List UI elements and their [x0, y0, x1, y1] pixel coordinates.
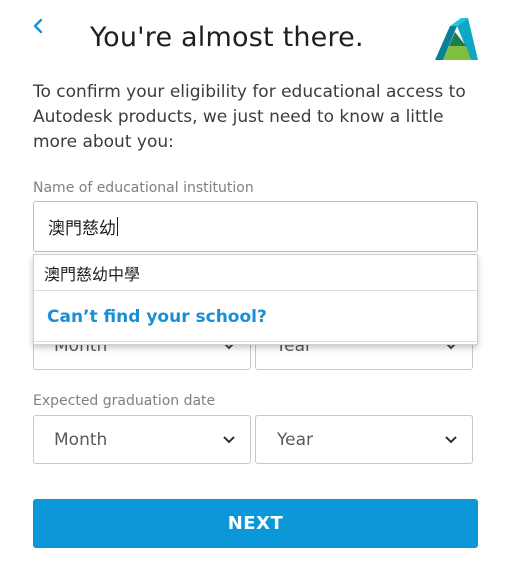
graduation-month-select[interactable]: Month: [33, 415, 251, 464]
divider: [34, 341, 477, 342]
next-button[interactable]: NEXT: [33, 499, 478, 548]
autodesk-logo-icon: [435, 18, 478, 60]
school-suggestions-dropdown: 澳門慈幼中學 Can’t find your school?: [33, 254, 478, 345]
text-caret: [117, 217, 118, 236]
school-input-value: 澳門慈幼: [48, 219, 116, 239]
graduation-year-select[interactable]: Year: [255, 415, 473, 464]
chevron-down-icon: [444, 433, 458, 447]
suggestion-item[interactable]: 澳門慈幼中學: [34, 255, 477, 291]
chevron-down-icon: [222, 433, 236, 447]
intro-text: To confirm your eligibility for educatio…: [33, 82, 466, 152]
page-title: You're almost there.: [90, 22, 364, 53]
chevron-left-icon: [33, 18, 43, 34]
school-input[interactable]: 澳門慈幼: [33, 201, 478, 252]
cant-find-school-link[interactable]: Can’t find your school?: [34, 291, 477, 343]
school-label: Name of educational institution: [33, 180, 254, 196]
graduation-label: Expected graduation date: [33, 393, 216, 409]
graduation-month-value: Month: [54, 429, 108, 450]
back-button[interactable]: [26, 14, 50, 38]
graduation-year-value: Year: [277, 429, 313, 450]
